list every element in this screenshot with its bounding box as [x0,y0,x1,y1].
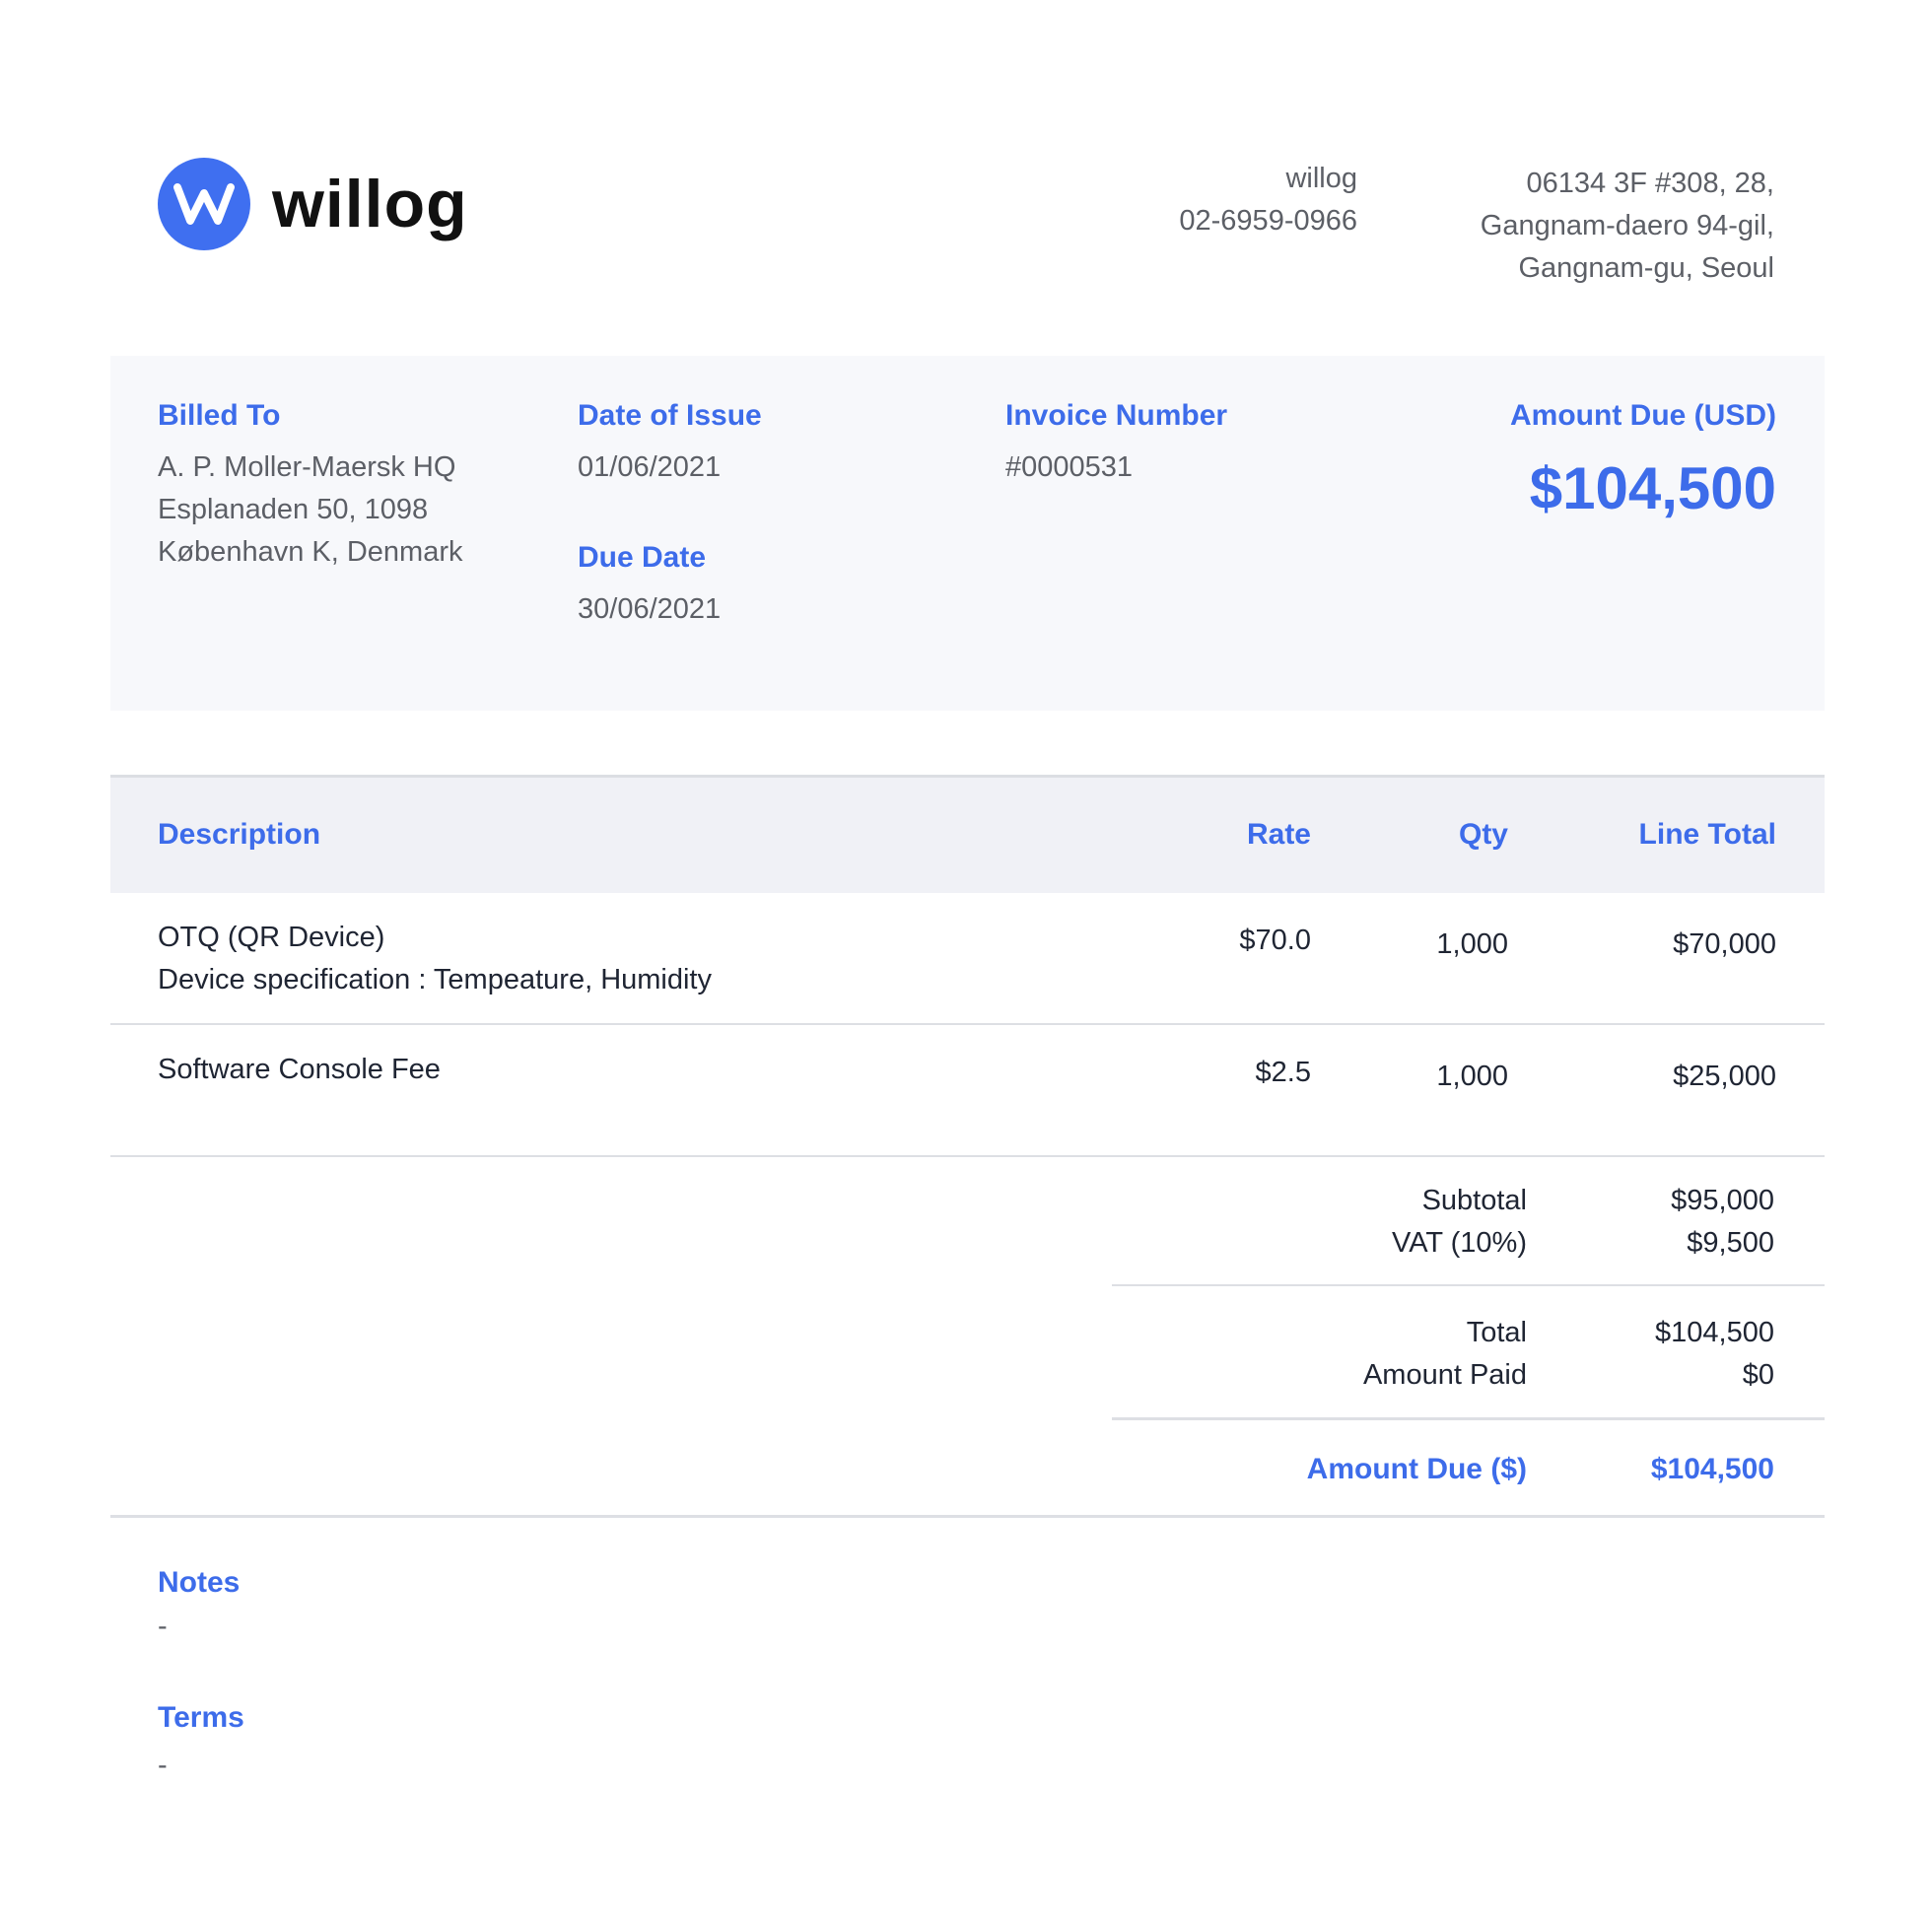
item-line-total: $25,000 [1673,1061,1776,1092]
w-letter-icon [173,183,235,225]
item-description: OTQ (QR Device) Device specification : T… [158,917,712,1001]
subtotal-values: $95,000 $9,500 [1671,1180,1774,1265]
totals-divider [1112,1417,1825,1420]
due-date-value: 30/06/2021 [578,593,722,625]
line-items-header: Description Rate Qty Line Total [110,775,1825,893]
section-divider [110,1515,1825,1518]
item-qty: 1,000 [1436,928,1508,960]
date-of-issue-value: 01/06/2021 [578,451,722,483]
item-rate: $2.5 [1255,1057,1311,1088]
invoice-number-label: Invoice Number [1005,399,1228,432]
logo-wordmark: willog [272,167,468,241]
subtotal-labels: Subtotal VAT (10%) [1392,1180,1527,1265]
totals-divider [1112,1284,1825,1286]
invoice-number-value: #0000531 [1005,451,1134,483]
terms-label: Terms [158,1701,244,1734]
item-line-total: $70,000 [1673,928,1776,960]
amount-paid-label: Amount Paid [1362,1359,1527,1391]
column-header-rate: Rate [1246,818,1311,851]
billed-to-label: Billed To [158,399,281,432]
item-description: Software Console Fee [158,1049,441,1091]
table-row: Software Console Fee $2.5 1,000 $25,000 [110,1025,1825,1157]
company-name: willog [1285,163,1357,194]
item-name: Software Console Fee [158,1054,441,1085]
total-values: $104,500 $0 [1655,1312,1774,1397]
company-contact: willog 02-6959-0966 [1179,158,1357,242]
billed-to-line: Esplanaden 50, 1098 [158,494,429,525]
column-header-description: Description [158,818,321,851]
subtotal-label: Subtotal [1421,1185,1527,1216]
item-qty: 1,000 [1436,1061,1508,1092]
vat-value: $9,500 [1687,1227,1774,1259]
billed-to-line: København K, Denmark [158,536,463,568]
billed-to-address: A. P. Moller-Maersk HQ Esplanaden 50, 10… [158,446,462,574]
company-phone: 02-6959-0966 [1179,205,1357,237]
total-labels: Total Amount Paid [1363,1312,1527,1397]
date-of-issue-label: Date of Issue [578,399,762,432]
amount-paid-value: $0 [1742,1359,1774,1391]
invoice-summary-panel: Billed To A. P. Moller-Maersk HQ Esplana… [110,356,1825,711]
billed-to-line: A. P. Moller-Maersk HQ [158,451,456,483]
address-line: 06134 3F #308, 28, [1526,168,1774,199]
address-line: Gangnam-gu, Seoul [1518,252,1774,284]
amount-due-total-label: Amount Due ($) [1306,1453,1527,1485]
total-label: Total [1466,1317,1527,1348]
item-name: OTQ (QR Device) [158,922,385,953]
company-address: 06134 3F #308, 28, Gangnam-daero 94-gil,… [1481,163,1774,290]
item-detail: Device specification : Tempeature, Humid… [158,964,712,995]
amount-due-label: Amount Due (USD) [1510,399,1776,432]
notes-label: Notes [158,1566,241,1599]
logo-mark-icon [158,158,250,250]
total-value: $104,500 [1655,1317,1774,1348]
item-rate: $70.0 [1239,925,1311,956]
due-date-label: Due Date [578,541,707,574]
column-header-qty: Qty [1458,818,1508,851]
subtotal-value: $95,000 [1671,1185,1774,1216]
amount-due-total-value: $104,500 [1650,1453,1774,1485]
company-logo: willog [158,158,468,250]
amount-due-value: $104,500 [1529,455,1776,521]
address-line: Gangnam-daero 94-gil, [1480,210,1774,241]
vat-label: VAT (10%) [1392,1227,1527,1259]
notes-value: - [158,1611,168,1642]
table-row: OTQ (QR Device) Device specification : T… [110,893,1825,1025]
column-header-line-total: Line Total [1638,818,1776,851]
terms-value: - [158,1749,168,1781]
